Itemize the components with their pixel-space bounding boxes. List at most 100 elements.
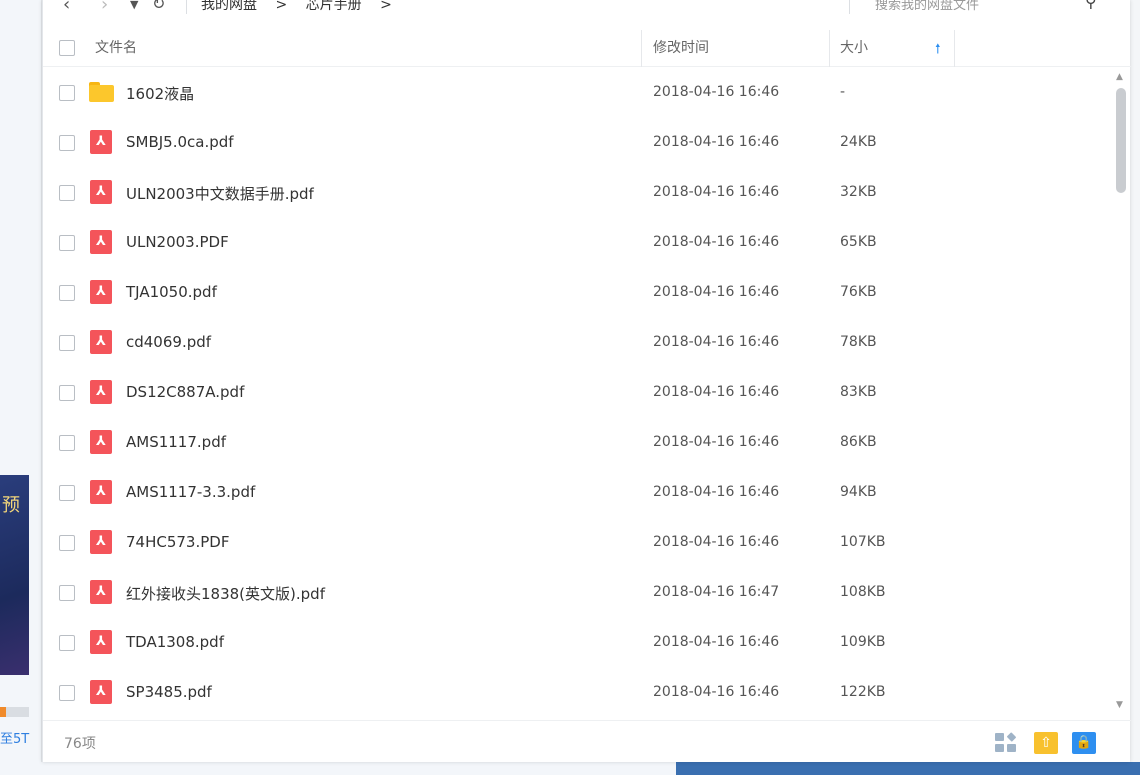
file-row[interactable]: ⅄ TJA1050.pdf 2018-04-16 16:46 76KB bbox=[43, 268, 1113, 318]
row-checkbox[interactable] bbox=[59, 285, 75, 301]
column-header-size[interactable]: 大小 bbox=[840, 30, 868, 67]
storage-progress-bar bbox=[0, 707, 29, 717]
file-row[interactable]: ⅄ DS12C887A.pdf 2018-04-16 16:46 83KB bbox=[43, 368, 1113, 418]
view-toggle-icon[interactable] bbox=[995, 732, 1017, 753]
column-divider[interactable] bbox=[641, 30, 642, 67]
file-row[interactable]: ⅄ AMS1117.pdf 2018-04-16 16:46 86KB bbox=[43, 418, 1113, 468]
refresh-icon[interactable]: ↻ bbox=[152, 0, 165, 13]
file-modified-time: 2018-04-16 16:46 bbox=[653, 634, 780, 650]
file-modified-time: 2018-04-16 16:46 bbox=[653, 134, 780, 150]
pdf-file-icon: ⅄ bbox=[90, 180, 112, 204]
file-row[interactable]: ⅄ ULN2003中文数据手册.pdf 2018-04-16 16:46 32KB bbox=[43, 168, 1113, 218]
file-row[interactable]: ⅄ ULN2003.PDF 2018-04-16 16:46 65KB bbox=[43, 218, 1113, 268]
row-checkbox[interactable] bbox=[59, 185, 75, 201]
file-size: 76KB bbox=[840, 284, 877, 300]
file-modified-time: 2018-04-16 16:46 bbox=[653, 434, 780, 450]
row-checkbox[interactable] bbox=[59, 335, 75, 351]
file-modified-time: 2018-04-16 16:46 bbox=[653, 334, 780, 350]
file-row[interactable]: ⅄ SMBJ5.0ca.pdf 2018-04-16 16:46 24KB bbox=[43, 118, 1113, 168]
row-checkbox[interactable] bbox=[59, 635, 75, 651]
file-list: 1602液晶 2018-04-16 16:46 - ⅄ SMBJ5.0ca.pdf 201… bbox=[43, 68, 1113, 718]
toolbar: ‹ › ▼ ↻ 我的网盘 > 芯片手册 > 搜索我的网盘文件 ⚲ bbox=[43, 0, 1131, 14]
search-icon[interactable]: ⚲ bbox=[1085, 0, 1097, 11]
file-size: 65KB bbox=[840, 234, 877, 250]
upgrade-link[interactable]: 至5T bbox=[0, 728, 29, 747]
row-checkbox[interactable] bbox=[59, 135, 75, 151]
file-row[interactable]: ⅄ AMS1117-3.3.pdf 2018-04-16 16:46 94KB bbox=[43, 468, 1113, 518]
row-checkbox[interactable] bbox=[59, 435, 75, 451]
scrollbar-thumb[interactable] bbox=[1116, 88, 1126, 193]
file-row[interactable]: ⅄ TDA1308.pdf 2018-04-16 16:46 109KB bbox=[43, 618, 1113, 668]
item-count: 76项 bbox=[64, 736, 96, 752]
row-checkbox[interactable] bbox=[59, 85, 75, 101]
column-header-name[interactable]: 文件名 bbox=[95, 30, 137, 67]
pdf-file-icon: ⅄ bbox=[90, 130, 112, 154]
sort-ascending-icon[interactable]: 🠕 bbox=[935, 40, 941, 62]
scroll-up-icon[interactable]: ▲ bbox=[1116, 72, 1123, 82]
breadcrumb-item-root[interactable]: 我的网盘 bbox=[201, 0, 257, 13]
row-checkbox[interactable] bbox=[59, 485, 75, 501]
file-row[interactable]: ⅄ 红外接收头1838(英文版).pdf 2018-04-16 16:47 108KB bbox=[43, 568, 1113, 618]
file-name[interactable]: SP3485.pdf bbox=[126, 683, 212, 701]
file-size: 109KB bbox=[840, 634, 886, 650]
file-size: 24KB bbox=[840, 134, 877, 150]
breadcrumb: 我的网盘 > 芯片手册 > bbox=[201, 0, 406, 14]
scrollbar[interactable]: ▲ ▼ bbox=[1113, 70, 1129, 718]
scroll-down-icon[interactable]: ▼ bbox=[1116, 700, 1123, 710]
column-header-modified[interactable]: 修改时间 bbox=[653, 30, 709, 67]
file-name[interactable]: ULN2003中文数据手册.pdf bbox=[126, 183, 314, 204]
file-name[interactable]: SMBJ5.0ca.pdf bbox=[126, 133, 234, 151]
breadcrumb-item-folder[interactable]: 芯片手册 bbox=[306, 0, 362, 13]
toolbar-divider bbox=[186, 0, 187, 14]
forward-icon[interactable]: › bbox=[101, 0, 108, 14]
file-name[interactable]: 红外接收头1838(英文版).pdf bbox=[126, 583, 325, 604]
row-checkbox[interactable] bbox=[59, 685, 75, 701]
file-size: 78KB bbox=[840, 334, 877, 350]
breadcrumb-separator: > bbox=[275, 0, 288, 13]
back-icon[interactable]: ‹ bbox=[63, 0, 70, 14]
file-row[interactable]: ⅄ cd4069.pdf 2018-04-16 16:46 78KB bbox=[43, 318, 1113, 368]
desktop-background-bottom bbox=[676, 762, 1140, 775]
row-checkbox[interactable] bbox=[59, 235, 75, 251]
file-size: 107KB bbox=[840, 534, 886, 550]
column-divider[interactable] bbox=[954, 30, 955, 67]
pdf-file-icon: ⅄ bbox=[90, 580, 112, 604]
row-checkbox[interactable] bbox=[59, 585, 75, 601]
pdf-file-icon: ⅄ bbox=[90, 630, 112, 654]
file-name[interactable]: TDA1308.pdf bbox=[126, 633, 224, 651]
file-row[interactable]: ⅄ 74HC573.PDF 2018-04-16 16:46 107KB bbox=[43, 518, 1113, 568]
file-name[interactable]: TJA1050.pdf bbox=[126, 283, 217, 301]
file-modified-time: 2018-04-16 16:46 bbox=[653, 534, 780, 550]
row-checkbox[interactable] bbox=[59, 535, 75, 551]
file-size: 122KB bbox=[840, 684, 886, 700]
column-divider[interactable] bbox=[829, 30, 830, 67]
file-name[interactable]: 74HC573.PDF bbox=[126, 533, 229, 551]
pdf-file-icon: ⅄ bbox=[90, 330, 112, 354]
background-app-bottom bbox=[0, 762, 676, 775]
folder-icon bbox=[89, 82, 114, 102]
file-row[interactable]: 1602液晶 2018-04-16 16:46 - bbox=[43, 68, 1113, 118]
upload-folder-icon[interactable]: ⇧ bbox=[1034, 732, 1058, 754]
file-modified-time: 2018-04-16 16:46 bbox=[653, 84, 780, 100]
search-input[interactable]: 搜索我的网盘文件 bbox=[875, 0, 979, 13]
file-name[interactable]: ULN2003.PDF bbox=[126, 233, 229, 251]
pdf-file-icon: ⅄ bbox=[90, 480, 112, 504]
file-name[interactable]: DS12C887A.pdf bbox=[126, 383, 244, 401]
file-name[interactable]: AMS1117-3.3.pdf bbox=[126, 483, 255, 501]
file-name[interactable]: cd4069.pdf bbox=[126, 333, 211, 351]
promo-banner[interactable]: 预 bbox=[0, 475, 29, 675]
caret-down-icon[interactable]: ▼ bbox=[130, 0, 138, 11]
file-size: 94KB bbox=[840, 484, 877, 500]
file-row[interactable]: ⅄ SP3485.pdf 2018-04-16 16:46 122KB bbox=[43, 668, 1113, 718]
file-name[interactable]: 1602液晶 bbox=[126, 83, 194, 104]
file-size: 83KB bbox=[840, 384, 877, 400]
row-checkbox[interactable] bbox=[59, 385, 75, 401]
select-all-checkbox[interactable] bbox=[59, 40, 75, 56]
file-name[interactable]: AMS1117.pdf bbox=[126, 433, 226, 451]
file-size: 86KB bbox=[840, 434, 877, 450]
safe-box-icon[interactable]: 🔒 bbox=[1072, 732, 1096, 754]
file-size: 108KB bbox=[840, 584, 886, 600]
file-modified-time: 2018-04-16 16:46 bbox=[653, 184, 780, 200]
file-modified-time: 2018-04-16 16:46 bbox=[653, 384, 780, 400]
status-bar: 76项 ⇧ 🔒 bbox=[43, 720, 1131, 762]
